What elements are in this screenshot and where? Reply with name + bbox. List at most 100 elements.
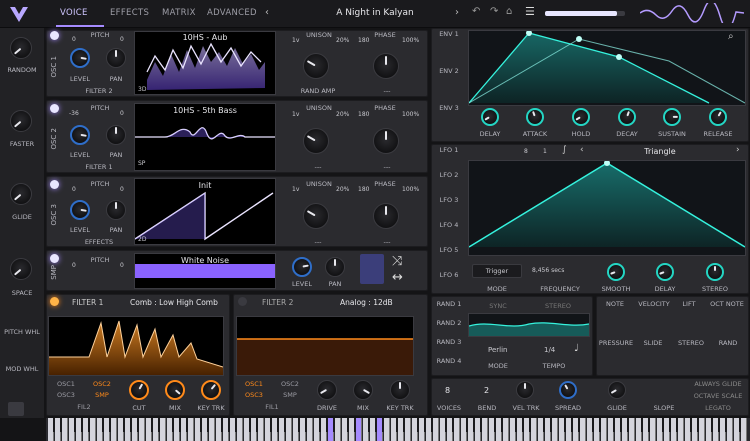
smp-loop-icon[interactable]: ↔ [392, 270, 403, 285]
undo-icon[interactable]: ↶ [472, 6, 480, 17]
osc1-unison-voices[interactable]: 1v [292, 37, 299, 44]
osc1-bottom-mid[interactable]: RAND AMP [296, 87, 340, 95]
lfo-smooth-knob[interactable] [607, 263, 625, 281]
osc2-level-knob[interactable] [70, 125, 90, 145]
env-delay-knob[interactable] [481, 108, 499, 126]
osc1-enable-led[interactable] [50, 31, 59, 40]
osc2-phase-amount[interactable]: 100% [402, 111, 419, 118]
osc3-pitch-transpose[interactable]: 0 [72, 186, 76, 193]
filter2-fil1-toggle[interactable]: FIL1 [258, 403, 286, 411]
piano-key-white[interactable] [335, 418, 341, 441]
osc3-pitch-tune[interactable]: 0 [120, 186, 124, 193]
osc3-level-knob[interactable] [70, 200, 90, 220]
filter2-drive-knob[interactable] [317, 380, 337, 400]
note-mod-label[interactable]: NOTE [598, 300, 632, 308]
osc3-phase-knob[interactable] [373, 203, 399, 229]
lfo-tab-3[interactable]: LFO 3 [434, 196, 464, 204]
macro-1-knob[interactable] [10, 37, 32, 59]
piano-key-white[interactable] [552, 418, 558, 441]
velocity-mod-label[interactable]: VELOCITY [634, 300, 674, 308]
osc2-enable-led[interactable] [50, 104, 59, 113]
osc2-bottom-mid[interactable]: --- [296, 163, 340, 171]
filter2-smp-toggle[interactable]: SMP [276, 391, 304, 399]
filter1-osc3-toggle[interactable]: OSC3 [52, 391, 80, 399]
osc1-bottom-right[interactable]: --- [370, 87, 404, 95]
rand-tab-1[interactable]: RAND 1 [434, 300, 464, 308]
rand-tab-2[interactable]: RAND 2 [434, 319, 464, 327]
bend-value[interactable]: 2 [484, 386, 489, 395]
osc1-phase-deg[interactable]: 180 [358, 37, 369, 44]
piano-key-white[interactable] [727, 418, 733, 441]
osc3-unison-amount[interactable]: 20% [336, 186, 349, 193]
filter2-response-display[interactable] [236, 316, 414, 376]
tab-advanced[interactable]: ADVANCED [207, 8, 257, 18]
lfo-delay-knob[interactable] [656, 263, 674, 281]
osc3-bottom-right[interactable]: --- [370, 238, 404, 246]
stereo-mod-label[interactable]: STEREO [674, 339, 708, 347]
osc2-pitch-transpose[interactable]: -36 [69, 110, 79, 117]
pitch-mod-wheels[interactable] [8, 402, 24, 416]
lfo-graph[interactable] [468, 160, 746, 256]
osc3-unison-voices[interactable]: 1v [292, 186, 299, 193]
piano-key-white[interactable] [286, 418, 292, 441]
env-attack-knob[interactable] [526, 108, 544, 126]
piano-key-white[interactable] [160, 418, 166, 441]
osc3-phase-deg[interactable]: 180 [358, 186, 369, 193]
osc2-unison-knob[interactable] [303, 128, 329, 154]
osc1-level-knob[interactable] [70, 48, 90, 68]
smp-pitch-tune[interactable]: 0 [120, 262, 124, 269]
filter2-mix-knob[interactable] [353, 380, 373, 400]
filter2-osc1-toggle[interactable]: OSC1 [240, 380, 268, 388]
osc2-pitch-tune[interactable]: 0 [120, 110, 124, 117]
filter2-type[interactable]: Analog : 12dB [340, 298, 393, 307]
osc2-phase-deg[interactable]: 180 [358, 111, 369, 118]
filter1-enable-led[interactable] [50, 297, 59, 306]
lfo-tab-2[interactable]: LFO 2 [434, 171, 464, 179]
rand-sync-toggle[interactable]: SYNC [478, 302, 518, 310]
osc1-route[interactable]: FILTER 2 [70, 87, 128, 95]
osc1-phase-knob[interactable] [373, 53, 399, 79]
env-tab-1[interactable]: ENV 1 [434, 30, 464, 38]
smp-sample-name[interactable]: White Noise [150, 256, 260, 265]
filter1-osc1-toggle[interactable]: OSC1 [52, 380, 80, 388]
piano-key-white[interactable] [258, 418, 264, 441]
osc3-enable-led[interactable] [50, 180, 59, 189]
lfo-num-b[interactable]: 1 [543, 148, 547, 155]
piano-key-white[interactable] [62, 418, 68, 441]
macro-4-knob[interactable] [10, 258, 32, 280]
filter1-mix-knob[interactable] [165, 380, 185, 400]
rand-stereo-toggle[interactable]: STEREO [538, 302, 578, 310]
lfo-shape-next-icon[interactable]: › [736, 145, 740, 155]
filter1-type[interactable]: Comb : Low High Comb [130, 298, 218, 307]
macro-1-label[interactable]: RANDOM [2, 66, 42, 74]
env-graph[interactable] [468, 30, 746, 106]
piano-key-white[interactable] [433, 418, 439, 441]
rand-mode-value[interactable]: Perlin [488, 346, 507, 354]
preset-prev-icon[interactable]: ‹ [265, 7, 269, 18]
osc1-wavetable-name[interactable]: 10HS - Aub [150, 33, 260, 42]
piano-key-white[interactable] [580, 418, 586, 441]
piano-key-white[interactable] [384, 418, 390, 441]
filter1-keytrk-knob[interactable] [201, 380, 221, 400]
piano-key-white[interactable] [503, 418, 509, 441]
osc3-route[interactable]: EFFECTS [70, 238, 128, 246]
osc1-dim-label[interactable]: 3D [138, 86, 146, 93]
piano-key-white[interactable] [209, 418, 215, 441]
piano-key-white[interactable] [482, 418, 488, 441]
smp-enable-led[interactable] [50, 254, 59, 263]
menu-icon[interactable]: ☰ [525, 5, 535, 18]
lfo-num-a[interactable]: 8 [524, 148, 528, 155]
lfo-stereo-knob[interactable] [706, 263, 724, 281]
rand-tempo-value[interactable]: 1/4 [544, 346, 555, 354]
lfo-tab-6[interactable]: LFO 6 [434, 271, 464, 279]
save-icon[interactable]: ⌂ [506, 6, 512, 17]
pressure-mod-label[interactable]: PRESSURE [596, 339, 636, 347]
lfo-tab-4[interactable]: LFO 4 [434, 221, 464, 229]
tab-voice[interactable]: VOICE [60, 8, 88, 18]
env-tab-3[interactable]: ENV 3 [434, 104, 464, 112]
filter2-keytrk-knob[interactable] [390, 380, 410, 400]
slide-mod-label[interactable]: SLIDE [638, 339, 668, 347]
osc2-bottom-right[interactable]: --- [370, 163, 404, 171]
macro-2-label[interactable]: FASTER [2, 140, 42, 148]
env-release-knob[interactable] [709, 108, 727, 126]
